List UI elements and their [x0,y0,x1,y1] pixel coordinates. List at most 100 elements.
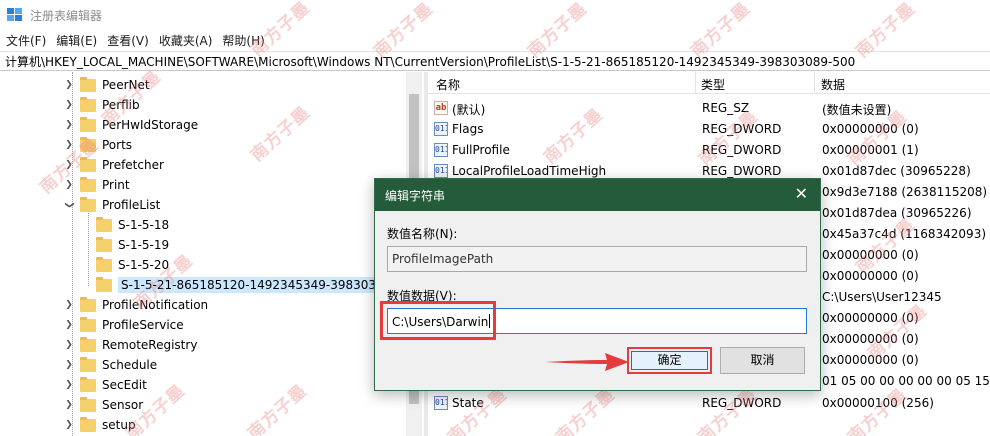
column-header-name[interactable]: 名称 [436,76,460,93]
tree-node-profilenotification[interactable]: ❯ ProfileNotification [64,295,208,315]
tree-node-label: Schedule [102,358,158,372]
expand-chevron-icon[interactable]: ❯ [64,360,74,370]
binary-value-icon: 011 [434,122,448,136]
value-data: 0x9d3e7188 (2638115208) [822,185,988,199]
expand-chevron-icon[interactable]: ❯ [64,320,74,330]
address-bar[interactable]: 计算机\HKEY_LOCAL_MACHINE\SOFTWARE\Microsof… [0,51,990,71]
value-name-field: ProfileImagePath [387,246,807,272]
tree-node-print[interactable]: ❯ Print [64,175,130,195]
value-data: 0x45a37c4d (1168342093) [822,227,987,241]
tree-node-label: Print [102,178,130,192]
value-data: 0x00000000 (0) [822,269,919,283]
folder-icon [80,136,96,152]
folder-icon [96,256,112,272]
expand-chevron-icon[interactable]: ❯ [64,180,74,190]
value-data: 0x00000100 (256) [822,396,934,410]
value-name: FullProfile [452,143,510,157]
value-type: REG_DWORD [702,122,782,136]
expand-chevron-icon[interactable]: ❯ [64,420,74,430]
window-title: 注册表编辑器 [30,9,103,23]
tree-node-label: S-1-5-19 [118,238,170,252]
tree-node-label: Prefetcher [102,158,164,172]
cancel-button[interactable]: 取消 [720,347,805,374]
expand-chevron-icon[interactable]: ❯ [64,400,74,410]
expand-chevron-icon[interactable]: ❯ [64,340,74,350]
folder-icon [80,116,96,132]
tree-node-label: ProfileNotification [102,298,209,312]
tree-node-peernet[interactable]: ❯ PeerNet [64,75,150,95]
folder-icon [80,156,96,172]
menu-favorites[interactable]: 收藏夹(A) [159,32,213,49]
expand-chevron-icon[interactable]: ❯ [64,100,74,110]
tree-node-s-1-5-19[interactable]: S-1-5-19 [96,235,169,255]
value-row[interactable]: 011 FullProfile REG_DWORD 0x00000001 (1) [428,140,990,161]
tree-node-ports[interactable]: ❯ Ports [64,135,132,155]
tree-node-s-1-5-21-selected[interactable]: S-1-5-21-865185120-1492345349-398303089 [96,275,402,295]
value-data: 0x00000001 (1) [822,143,919,157]
value-row[interactable]: 011 State REG_DWORD 0x00000100 (256) [428,393,990,414]
value-data: (数值未设置) [822,103,892,117]
value-data: 0x00000000 (0) [822,122,919,136]
tree-node-perflib[interactable]: ❯ Perflib [64,95,140,115]
ok-button[interactable]: 确定 [627,347,712,374]
tree-node-setup[interactable]: ❯ setup [64,415,136,435]
value-name: (默认) [452,103,486,117]
registry-editor-app-icon [7,8,23,22]
tree-node-s-1-5-18[interactable]: S-1-5-18 [96,215,169,235]
column-header-data[interactable]: 数据 [821,76,845,93]
dialog-title-bar[interactable]: 编辑字符串 ✕ [375,179,820,211]
value-type: REG_DWORD [702,143,782,157]
tree-node-profilelist[interactable]: ❯ ProfileList [64,195,160,215]
expand-chevron-icon[interactable]: ❯ [64,160,74,170]
value-type: REG_DWORD [702,164,782,178]
value-name: Flags [452,122,484,136]
folder-icon [80,176,96,192]
value-name-label: 数值名称(N): [387,227,458,241]
tree-node-profileservice[interactable]: ❯ ProfileService [64,315,184,335]
expand-chevron-icon[interactable]: ❯ [64,80,74,90]
tree-node-prefetcher[interactable]: ❯ Prefetcher [64,155,164,175]
tree-node-sensor[interactable]: ❯ Sensor [64,395,143,415]
string-value-icon: ab [434,101,448,115]
value-name: State [452,396,484,410]
tree-node-secedit[interactable]: ❯ SecEdit [64,375,147,395]
value-data: 0x01d87dec (30965228) [822,164,971,178]
tree-node-label: Perflib [102,98,140,112]
tree-node-remoteregistry[interactable]: ❯ RemoteRegistry [64,335,197,355]
folder-icon [96,236,112,252]
menu-file[interactable]: 文件(F) [6,32,46,49]
tree-node-schedule[interactable]: ❯ Schedule [64,355,157,375]
folder-icon [80,336,96,352]
value-data: C:\Users\User12345 [822,290,942,304]
tree-node-s-1-5-20[interactable]: S-1-5-20 [96,255,169,275]
tree-node-label: ProfileService [102,318,184,332]
tree-node-label: Ports [102,138,133,152]
column-header-type[interactable]: 类型 [701,76,725,93]
value-row[interactable]: ab (默认) REG_SZ (数值未设置) [428,98,990,119]
tree-node-label: PeerNet [102,78,150,92]
menu-view[interactable]: 查看(V) [107,32,149,49]
binary-value-icon: 011 [434,143,448,157]
address-path: 计算机\HKEY_LOCAL_MACHINE\SOFTWARE\Microsof… [5,54,856,69]
folder-icon [80,416,96,432]
cancel-button-label: 取消 [750,353,775,367]
close-icon[interactable]: ✕ [795,184,808,203]
tree-node-perhwidstorage[interactable]: ❯ PerHwIdStorage [64,115,198,135]
value-row[interactable]: 011 Flags REG_DWORD 0x00000000 (0) [428,119,990,140]
expand-chevron-icon[interactable]: ❯ [64,380,74,390]
expand-chevron-icon[interactable]: ❯ [64,300,74,310]
value-data: 0x00000000 (0) [822,248,919,262]
expand-chevron-icon[interactable]: ❯ [64,140,74,150]
value-name: LocalProfileLoadTimeHigh [452,164,607,178]
tree-node-label: ProfileList [102,198,161,212]
value-data: 0x00000000 (0) [822,332,919,346]
expand-chevron-icon[interactable]: ❯ [64,120,74,130]
folder-icon [80,296,96,312]
tree-node-label: Sensor [102,398,144,412]
folder-icon [96,276,112,292]
tree-node-label: S-1-5-21-865185120-1492345349-398303089 [118,277,402,293]
collapse-chevron-icon[interactable]: ❯ [64,200,74,210]
menu-help[interactable]: 帮助(H) [222,32,264,49]
menu-edit[interactable]: 编辑(E) [56,32,97,49]
value-data: 0x00000000 (0) [822,353,919,367]
